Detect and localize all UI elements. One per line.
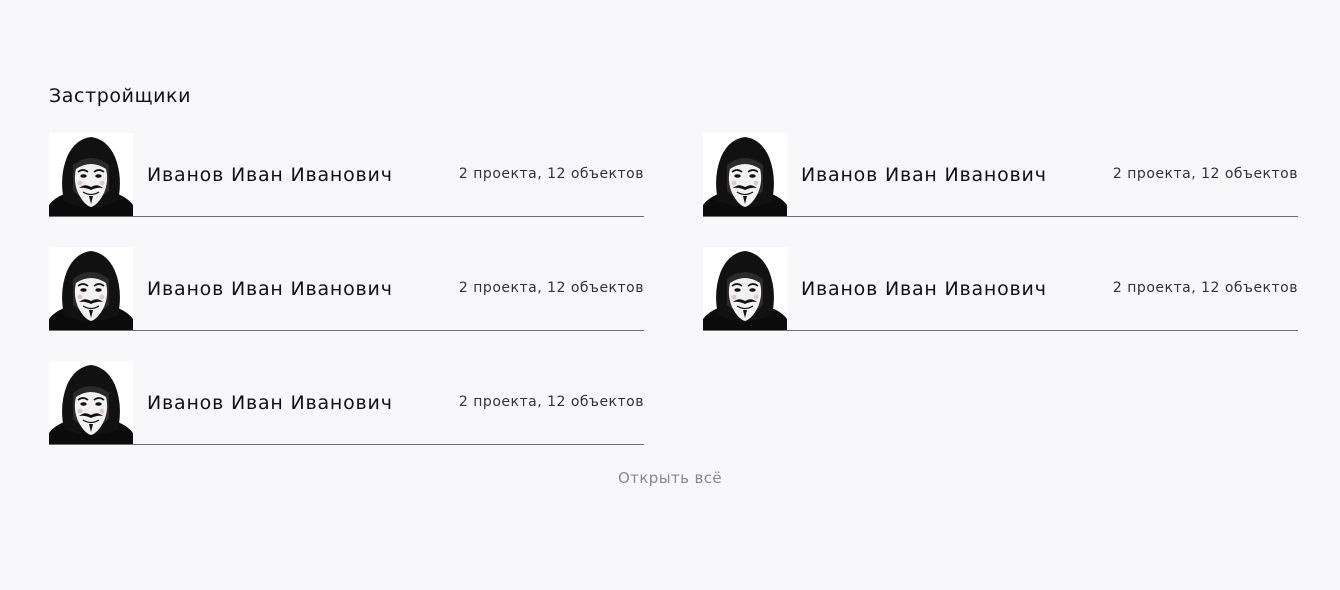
developer-stats: 2 проекта, 12 объектов	[1112, 280, 1298, 296]
guy-fawkes-mask-avatar-icon	[49, 247, 133, 330]
developer-stats: 2 проекта, 12 объектов	[1112, 166, 1298, 182]
developer-item[interactable]: Иванов Иван Иванович 2 проекта, 12 объек…	[703, 133, 1298, 217]
open-all-link[interactable]: Открыть всё	[618, 469, 722, 487]
guy-fawkes-mask-avatar-icon	[49, 361, 133, 444]
developer-name: Иванов Иван Иванович	[801, 277, 1047, 300]
developer-name: Иванов Иван Иванович	[147, 277, 393, 300]
developer-name: Иванов Иван Иванович	[147, 163, 393, 186]
developer-name: Иванов Иван Иванович	[147, 391, 393, 414]
developer-stats: 2 проекта, 12 объектов	[458, 280, 644, 296]
developer-name: Иванов Иван Иванович	[801, 163, 1047, 186]
developers-list: Иванов Иван Иванович 2 проекта, 12 объек…	[49, 133, 1298, 445]
open-all-container: Открыть всё	[0, 469, 1340, 487]
developer-item[interactable]: Иванов Иван Иванович 2 проекта, 12 объек…	[49, 133, 644, 217]
guy-fawkes-mask-avatar-icon	[703, 133, 787, 216]
developer-item[interactable]: Иванов Иван Иванович 2 проекта, 12 объек…	[703, 247, 1298, 331]
developer-item[interactable]: Иванов Иван Иванович 2 проекта, 12 объек…	[49, 361, 644, 445]
developer-stats: 2 проекта, 12 объектов	[458, 394, 644, 410]
developer-item[interactable]: Иванов Иван Иванович 2 проекта, 12 объек…	[49, 247, 644, 331]
developer-stats: 2 проекта, 12 объектов	[458, 166, 644, 182]
section-title: Застройщики	[49, 85, 192, 107]
guy-fawkes-mask-avatar-icon	[703, 247, 787, 330]
guy-fawkes-mask-avatar-icon	[49, 133, 133, 216]
